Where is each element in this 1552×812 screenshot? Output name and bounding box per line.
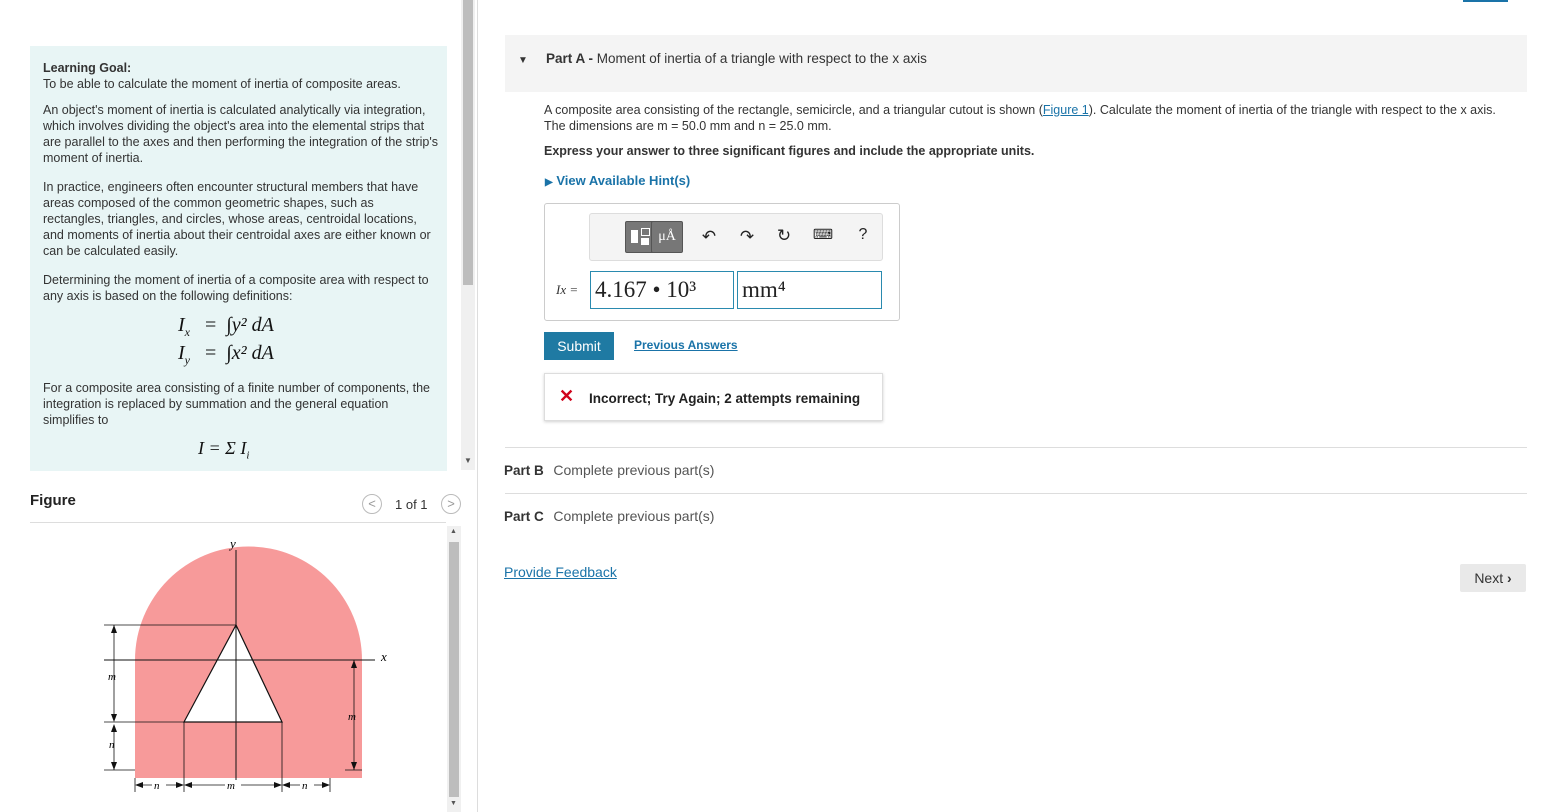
figure-pager-label: 1 of 1 xyxy=(395,497,428,512)
part-a-header[interactable]: ▼ Part A - Moment of inertia of a triang… xyxy=(505,35,1527,92)
answer-units-field[interactable]: mm⁴ xyxy=(737,271,882,309)
hint-triangle-icon: ▶ xyxy=(545,177,553,188)
part-c-status: Complete previous part(s) xyxy=(553,508,715,524)
chevron-right-icon: › xyxy=(1507,570,1512,586)
equation-sum: I = Σ Ii xyxy=(198,438,250,462)
keyboard-icon[interactable]: ⌨ xyxy=(812,226,834,243)
answer-instructions: Express your answer to three significant… xyxy=(544,144,1035,158)
goal-scrollbar-thumb[interactable] xyxy=(463,0,473,285)
redo-icon[interactable]: ↷ xyxy=(736,227,758,247)
provide-feedback-link[interactable]: Provide Feedback xyxy=(504,564,617,580)
part-c-label: Part C xyxy=(504,509,544,524)
figure-scroll-down-arrow-icon[interactable]: ▼ xyxy=(450,800,457,807)
prev-figure-button[interactable]: < xyxy=(362,494,382,514)
dim-n-bottom-left-label: n xyxy=(154,780,160,792)
incorrect-x-icon: ✕ xyxy=(559,386,575,406)
divider-a-b xyxy=(505,447,1527,448)
figure-composite-area: y x m n m n m n xyxy=(104,536,387,792)
answer-label: Ix = xyxy=(556,282,579,297)
help-button[interactable]: ? xyxy=(852,226,874,244)
dim-n-left-label: n xyxy=(109,739,115,751)
figure-title: Figure xyxy=(30,492,76,509)
part-b-row[interactable]: Part B Complete previous part(s) xyxy=(504,462,714,478)
equation-iy: Iy = ∫x² dA xyxy=(178,342,274,367)
units-button[interactable]: μÅ xyxy=(651,221,683,253)
answer-toolbar: μÅ ↶ ↷ ↻ ⌨ ? xyxy=(589,213,883,261)
figure-scrollbar-thumb[interactable] xyxy=(449,542,459,797)
scroll-up-arrow-icon[interactable]: ▲ xyxy=(450,528,457,535)
scroll-down-arrow-icon[interactable]: ▼ xyxy=(464,456,472,465)
feedback-text: Incorrect; Try Again; 2 attempts remaini… xyxy=(589,391,861,406)
y-axis-label: y xyxy=(228,536,236,551)
part-c-row[interactable]: Part C Complete previous part(s) xyxy=(504,508,714,524)
dim-m-bottom-label: m xyxy=(227,780,235,792)
learning-goal-panel: Learning Goal: To be able to calculate t… xyxy=(30,46,447,471)
goal-paragraph-1: An object's moment of inertia is calcula… xyxy=(43,103,438,165)
submit-button[interactable]: Submit xyxy=(544,332,614,360)
equation-ix: Ix = ∫y² dA xyxy=(178,314,274,339)
part-a-title: Part A - Moment of inertia of a triangle… xyxy=(546,51,927,66)
figure-divider xyxy=(30,522,446,523)
figure-1-link[interactable]: Figure 1 xyxy=(1043,103,1089,117)
undo-icon[interactable]: ↶ xyxy=(698,227,720,247)
view-hints-toggle[interactable]: ▶ View Available Hint(s) xyxy=(545,173,690,188)
divider-b-c xyxy=(505,493,1527,494)
part-a-question: A composite area consisting of the recta… xyxy=(544,103,1496,133)
dim-m-left-label: m xyxy=(108,671,116,683)
previous-answers-link[interactable]: Previous Answers xyxy=(634,338,738,352)
goal-scrollbar[interactable]: ▼ xyxy=(461,0,475,470)
goal-heading: Learning Goal: xyxy=(43,61,132,75)
reset-icon[interactable]: ↻ xyxy=(773,226,795,246)
pane-divider xyxy=(477,0,478,812)
goal-paragraph-3: Determining the moment of inertia of a c… xyxy=(43,273,429,303)
collapse-triangle-icon[interactable]: ▼ xyxy=(518,55,528,66)
part-b-label: Part B xyxy=(504,463,544,478)
goal-intro: To be able to calculate the moment of in… xyxy=(43,77,401,91)
answer-value-field[interactable]: 4.167 • 10³ xyxy=(590,271,734,309)
next-figure-button[interactable]: > xyxy=(441,494,461,514)
goal-paragraph-2: In practice, engineers often encounter s… xyxy=(43,180,431,258)
x-axis-label: x xyxy=(380,649,387,664)
dim-m-right-label: m xyxy=(348,711,356,723)
next-button[interactable]: Next › xyxy=(1460,564,1526,592)
dim-n-bottom-right-label: n xyxy=(302,780,308,792)
feedback-message: ✕ Incorrect; Try Again; 2 attempts remai… xyxy=(544,373,883,421)
goal-paragraph-4: For a composite area consisting of a fin… xyxy=(43,381,431,427)
part-b-status: Complete previous part(s) xyxy=(553,462,715,478)
figure-scrollbar[interactable]: ▲ ▼ xyxy=(447,526,461,812)
top-link-underline[interactable] xyxy=(1463,0,1508,2)
